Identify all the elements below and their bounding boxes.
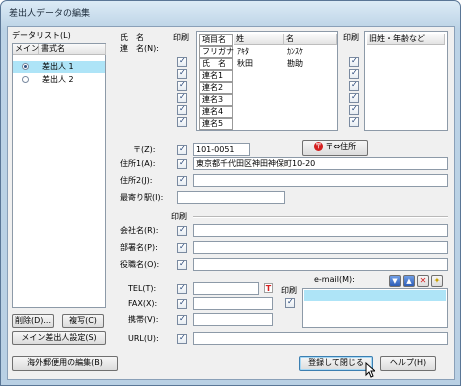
name-table-row-label: フリガナ — [199, 46, 234, 58]
list-item[interactable]: 差出人 2 — [13, 74, 105, 86]
list-item[interactable]: 差出人 1 — [13, 61, 105, 73]
data-list[interactable]: メイン 書式名 差出人 1 差出人 2 — [12, 43, 106, 308]
company-print-checkbox[interactable] — [177, 225, 187, 236]
save-and-close-button[interactable]: 登録して閉じる — [299, 356, 373, 371]
name-table-row-label: 連名3 — [199, 94, 233, 106]
name-table-row-label: 連名2 — [199, 82, 233, 94]
dept-input[interactable] — [193, 241, 448, 254]
print-checkbox-renmei1[interactable] — [177, 80, 187, 91]
name-table-header-first: 名 — [284, 34, 337, 45]
company-input[interactable] — [193, 224, 448, 237]
old-name-print-checkbox-3[interactable] — [349, 80, 359, 91]
name-print-header: 印刷 — [173, 33, 189, 42]
last-name-cell[interactable]: 秋田 — [235, 58, 283, 70]
tel-label: TEL(T): — [128, 284, 157, 293]
addr2-print-checkbox[interactable] — [177, 175, 187, 186]
station-label: 最寄り駅(I): — [120, 193, 164, 202]
addr2-input[interactable] — [193, 174, 448, 187]
title-print-checkbox[interactable] — [177, 259, 187, 270]
first-name-kana-cell[interactable]: ｶﾝｽｹ — [285, 46, 335, 58]
zip-mark-icon: 〒 — [313, 142, 323, 151]
name-table[interactable]: 項目名 姓 名 フリガナ ｱｷﾀ ｶﾝｽｹ 氏 名 秋田 勘助 連名1 連名2 … — [196, 31, 338, 131]
old-name-table[interactable]: 旧姓・年齢など — [364, 31, 448, 131]
addr1-label: 住所1(A): — [120, 159, 156, 168]
help-button[interactable]: ヘルプ(H) — [380, 356, 436, 371]
name-table-header-last: 姓 — [234, 34, 284, 45]
zip-label: 〒(Z): — [133, 145, 156, 154]
mobile-print-checkbox[interactable] — [177, 314, 187, 325]
dept-label: 部署名(P): — [120, 243, 158, 252]
tel-mark-icon[interactable]: T — [264, 283, 273, 293]
dept-print-checkbox[interactable] — [177, 242, 187, 253]
mouse-cursor-icon — [365, 362, 375, 378]
old-name-print-checkbox-4[interactable] — [349, 92, 359, 103]
col-name-header[interactable]: 書式名 — [39, 44, 106, 55]
delete-button[interactable]: 削除(D)... — [12, 314, 54, 328]
title-input[interactable] — [193, 258, 448, 271]
contact-print-label: 印刷 — [281, 286, 297, 295]
old-name-header: 旧姓・年齢など — [367, 34, 445, 45]
move-up-icon[interactable]: ▲ — [403, 275, 415, 287]
window-title: 差出人データの編集 — [9, 9, 91, 19]
email-label: e-mail(M): — [314, 275, 355, 284]
print-checkbox-furigana[interactable] — [177, 56, 187, 67]
old-name-print-checkbox-2[interactable] — [349, 68, 359, 79]
print-checkbox-renmei3[interactable] — [177, 104, 187, 115]
mobile-input[interactable] — [193, 313, 273, 326]
tel-input[interactable] — [193, 282, 259, 295]
name-table-row-label: 連名4 — [199, 106, 233, 118]
station-input[interactable] — [177, 191, 285, 204]
name-table-row-label: 氏 名 — [199, 58, 233, 70]
zip-print-checkbox[interactable] — [177, 144, 187, 155]
move-down-icon[interactable]: ▼ — [389, 275, 401, 287]
mobile-label: 携帯(V): — [128, 315, 159, 324]
company-label: 会社名(R): — [120, 226, 159, 235]
url-label: URL(U): — [128, 334, 159, 343]
name-label-line2: 連 名(N): — [120, 44, 159, 53]
last-name-kana-cell[interactable]: ｱｷﾀ — [235, 46, 283, 58]
old-name-print-checkbox-1[interactable] — [349, 56, 359, 67]
col-main-header[interactable]: メイン — [13, 44, 39, 55]
email-list-item[interactable] — [304, 290, 446, 301]
addr1-input[interactable]: 東京都千代田区神田神保町10-20 — [193, 157, 448, 170]
email-print-checkbox[interactable] — [285, 297, 295, 308]
print-checkbox-name[interactable] — [177, 68, 187, 79]
email-list[interactable] — [302, 288, 448, 328]
url-input[interactable] — [193, 332, 448, 345]
copy-button[interactable]: 複写(C) — [62, 314, 104, 328]
right-print-header: 印刷 — [343, 33, 359, 42]
fax-print-checkbox[interactable] — [177, 298, 187, 309]
name-table-header-item: 項目名 — [199, 34, 233, 46]
name-table-row-label: 連名5 — [199, 118, 233, 130]
zip-input[interactable]: 101-0051 — [193, 143, 250, 156]
zip-convert-button[interactable]: 〒 〒⇔住所 — [302, 140, 368, 156]
print-checkbox-renmei2[interactable] — [177, 92, 187, 103]
data-list-label: データリスト(L) — [12, 31, 71, 40]
name-table-row-label: 連名1 — [199, 70, 233, 82]
tel-print-checkbox[interactable] — [177, 283, 187, 294]
addr1-print-checkbox[interactable] — [177, 158, 187, 169]
old-name-print-checkbox-5[interactable] — [349, 104, 359, 115]
fax-label: FAX(X): — [128, 299, 158, 308]
print-checkbox-renmei4[interactable] — [177, 116, 187, 127]
overseas-mail-edit-button[interactable]: 海外郵便用の編集(B) — [12, 356, 118, 371]
title-label: 役職名(O): — [120, 260, 160, 269]
list-item-name: 差出人 1 — [42, 62, 74, 71]
list-item-name: 差出人 2 — [42, 75, 74, 84]
company-print-header: 印刷 — [171, 212, 187, 221]
add-email-icon[interactable]: ✦ — [431, 275, 443, 287]
main-radio-2[interactable] — [22, 76, 29, 83]
first-name-cell[interactable]: 勘助 — [285, 58, 335, 70]
delete-email-icon[interactable]: ✕ — [417, 275, 429, 287]
main-radio-1[interactable] — [22, 63, 29, 70]
fax-input[interactable] — [193, 297, 273, 310]
name-label-line1: 氏 名 — [120, 33, 144, 42]
old-name-print-checkbox-6[interactable] — [349, 116, 359, 127]
company-separator — [193, 216, 448, 218]
url-print-checkbox[interactable] — [177, 333, 187, 344]
zip-convert-label: 〒⇔住所 — [325, 142, 357, 151]
main-sender-setting-button[interactable]: メイン差出人設定(S) — [12, 331, 106, 345]
addr2-label: 住所2(J): — [120, 176, 153, 185]
